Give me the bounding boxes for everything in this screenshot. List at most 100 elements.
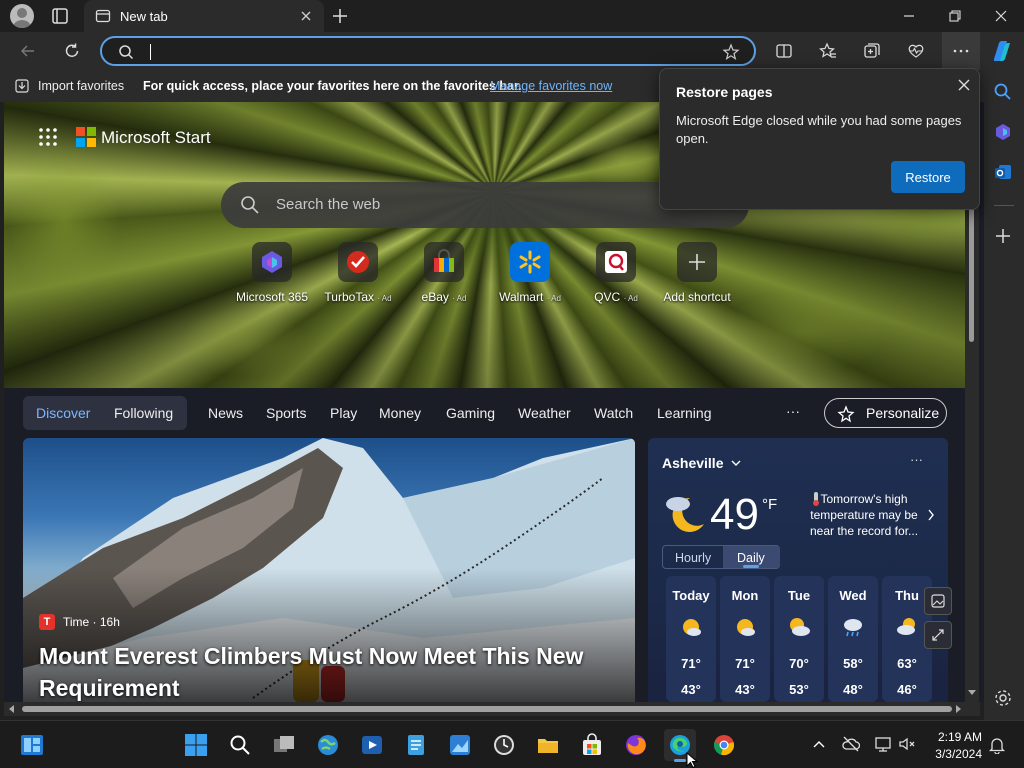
expand-button[interactable] <box>924 621 952 649</box>
copilot-button[interactable] <box>988 38 1014 64</box>
apps-launcher-icon[interactable] <box>38 127 58 147</box>
globe-app-icon <box>318 735 338 755</box>
weather-city[interactable]: Asheville <box>662 455 723 471</box>
chevron-up-icon[interactable] <box>812 739 826 749</box>
add-sidebar-app-icon[interactable] <box>995 228 1011 244</box>
more-tabs-button[interactable]: ··· <box>786 403 800 419</box>
taskbar-app-store[interactable] <box>576 729 608 761</box>
scroll-down-arrow-icon[interactable] <box>968 690 976 696</box>
notification-bell-icon[interactable] <box>988 736 1006 754</box>
refresh-button[interactable] <box>56 36 88 66</box>
address-bar[interactable] <box>100 36 756 66</box>
minimize-button[interactable] <box>886 0 932 32</box>
browser-essentials-button[interactable] <box>900 36 932 66</box>
restore-window-button[interactable] <box>932 0 978 32</box>
tab-actions-icon[interactable] <box>50 6 70 26</box>
split-screen-button[interactable] <box>768 36 800 66</box>
address-input[interactable] <box>146 42 706 62</box>
clock-time[interactable]: 2:19 AM <box>934 730 982 744</box>
tab-following[interactable]: Following <box>114 405 173 421</box>
toolbar <box>0 32 1024 70</box>
tab-gaming[interactable]: Gaming <box>446 405 495 421</box>
sidebar-settings-gear-icon[interactable] <box>993 688 1013 708</box>
tab-watch[interactable]: Watch <box>594 405 633 421</box>
shortcut-microsoft365[interactable]: Microsoft 365 <box>229 242 315 304</box>
outlook-icon[interactable] <box>993 162 1013 182</box>
horizontal-scrollbar[interactable] <box>4 702 980 716</box>
close-window-button[interactable] <box>978 0 1024 32</box>
profile-avatar[interactable] <box>10 4 34 28</box>
network-icon[interactable] <box>874 735 892 753</box>
popup-message: Microsoft Edge closed while you had some… <box>676 113 962 146</box>
volume-muted-icon[interactable] <box>898 735 916 753</box>
new-tab-button[interactable] <box>330 6 350 26</box>
shortcut-turbotax[interactable]: TurboTax · Ad <box>315 242 401 304</box>
start-button[interactable] <box>180 729 212 761</box>
forecast-day[interactable]: Today 71° 43° <box>666 576 716 702</box>
daily-label: Daily <box>737 551 765 565</box>
taskbar-app-chrome[interactable] <box>708 729 740 761</box>
news-headline[interactable]: Mount Everest Climbers Must Now Meet Thi… <box>39 640 619 702</box>
forecast-day[interactable]: Tue 70° 53° <box>774 576 824 702</box>
taskbar-app-clock[interactable] <box>488 729 520 761</box>
tab-discover[interactable]: Discover <box>36 405 90 421</box>
back-button[interactable] <box>12 36 44 66</box>
microsoft365-icon[interactable] <box>993 122 1013 142</box>
personalize-button[interactable]: Personalize <box>824 398 947 428</box>
import-icon[interactable] <box>14 78 30 94</box>
popup-close-button[interactable] <box>954 75 974 95</box>
manage-favorites-link[interactable]: Manage favorites now <box>490 79 612 93</box>
taskbar-app-firefox[interactable] <box>620 729 652 761</box>
microsoft-start-brand[interactable]: Microsoft Start <box>101 128 211 148</box>
temperature-unit[interactable]: °F <box>762 496 777 513</box>
task-view-icon <box>274 736 294 752</box>
tab-weather[interactable]: Weather <box>518 405 571 421</box>
weather-more-button[interactable]: ··· <box>910 452 923 467</box>
search-taskbar-button[interactable] <box>224 729 256 761</box>
chevron-down-icon[interactable] <box>730 457 742 469</box>
scroll-right-arrow-icon[interactable] <box>956 705 962 713</box>
weather-record-note[interactable]: Tomorrow's high temperature may be near … <box>798 491 930 539</box>
restore-button[interactable]: Restore <box>891 161 965 193</box>
day-low: 43° <box>681 682 701 697</box>
widgets-button[interactable] <box>16 729 48 761</box>
collections-button[interactable] <box>856 36 888 66</box>
taskbar-app-notepad[interactable] <box>400 729 432 761</box>
tab-money[interactable]: Money <box>379 405 421 421</box>
favorites-button[interactable] <box>812 36 844 66</box>
tab-learning[interactable]: Learning <box>657 405 712 421</box>
shortcut-walmart[interactable]: Walmart · Ad <box>487 242 573 304</box>
chevron-right-icon[interactable] <box>926 508 936 522</box>
close-tab-button[interactable] <box>298 8 314 24</box>
taskbar-app-media[interactable] <box>356 729 388 761</box>
task-view-button[interactable] <box>268 729 300 761</box>
tab-play[interactable]: Play <box>330 405 357 421</box>
hourly-toggle[interactable]: Hourly <box>675 551 711 565</box>
favorite-star-icon[interactable] <box>722 43 740 61</box>
scroll-left-arrow-icon[interactable] <box>8 705 14 713</box>
clock-date[interactable]: 3/3/2024 <box>920 747 982 761</box>
taskbar-app-photos[interactable] <box>444 729 476 761</box>
import-favorites-link[interactable]: Import favorites <box>38 79 124 93</box>
add-shortcut-button[interactable]: Add shortcut <box>654 242 740 304</box>
taskbar-app-globe[interactable] <box>312 729 344 761</box>
horizontal-scroll-thumb[interactable] <box>22 706 952 712</box>
weather-card[interactable]: Asheville ··· 49 °F Tomorrow's high temp… <box>648 438 948 702</box>
shortcut-qvc[interactable]: QVC · Ad <box>573 242 659 304</box>
sidebar-search-icon[interactable] <box>993 82 1013 102</box>
news-card[interactable]: T Time · 16h Mount Everest Climbers Must… <box>23 438 635 702</box>
tab-news[interactable]: News <box>208 405 243 421</box>
day-low: 46° <box>897 682 917 697</box>
taskbar-app-file-explorer[interactable] <box>532 729 564 761</box>
daily-toggle[interactable]: Daily <box>723 546 780 568</box>
wallpaper-info-button[interactable] <box>924 587 952 615</box>
tab-sports[interactable]: Sports <box>266 405 306 421</box>
day-low: 48° <box>843 682 863 697</box>
day-high: 71° <box>735 656 755 671</box>
settings-more-button[interactable] <box>942 32 980 70</box>
forecast-day[interactable]: Wed 58° 48° <box>828 576 878 702</box>
tab-new-tab[interactable]: New tab <box>84 0 324 32</box>
shortcut-ebay[interactable]: eBay · Ad <box>401 242 487 304</box>
forecast-day[interactable]: Mon 71° 43° <box>720 576 770 702</box>
cloud-offline-icon[interactable] <box>842 735 860 753</box>
